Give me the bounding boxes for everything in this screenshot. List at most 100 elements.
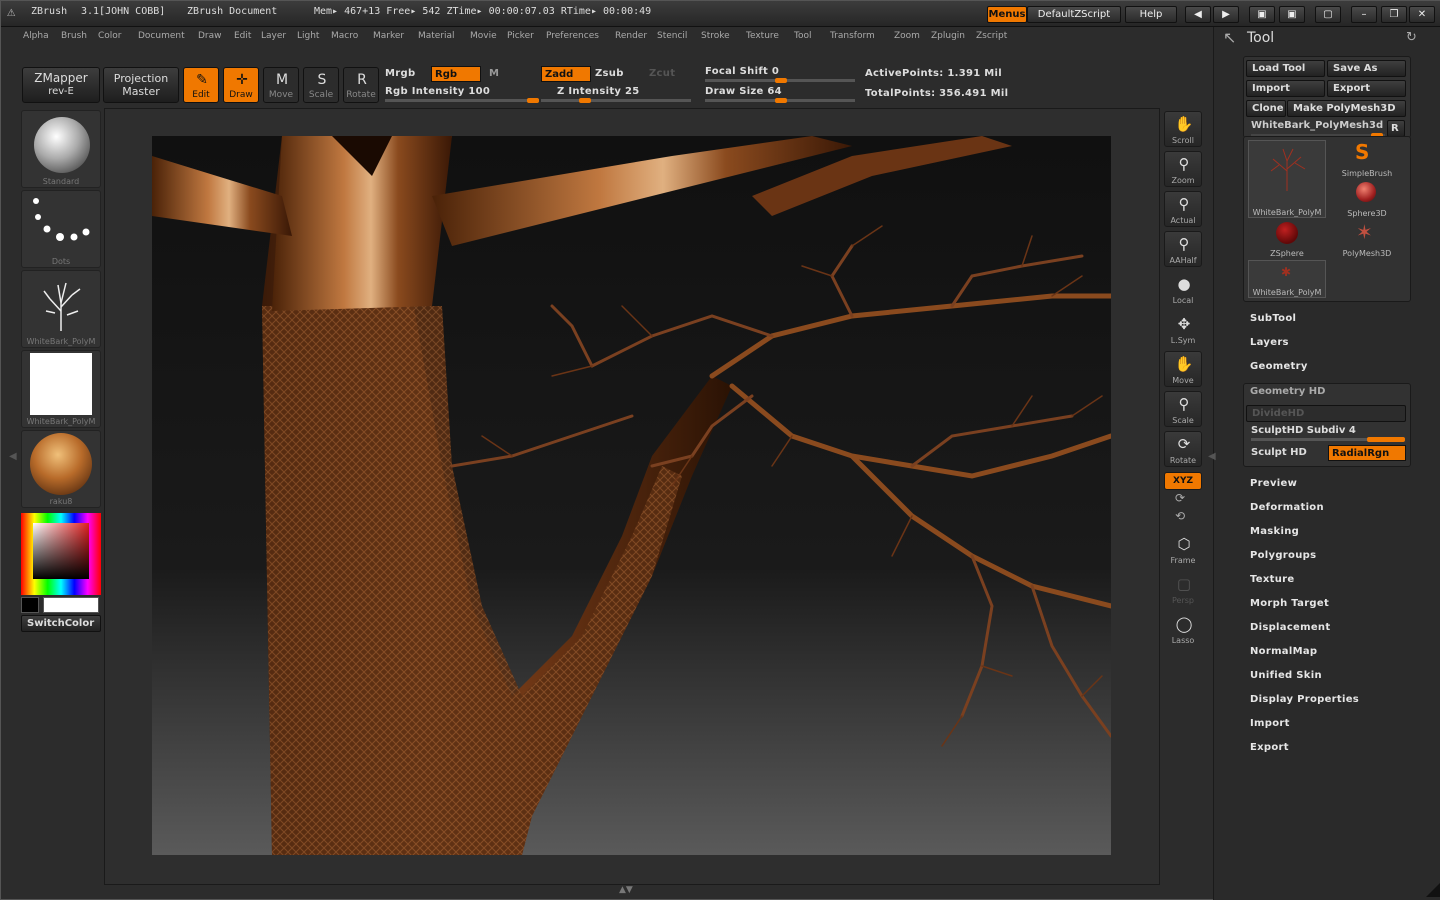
rgb-toggle[interactable]: Rgb <box>431 66 481 82</box>
resize-grip-icon[interactable] <box>1426 883 1440 897</box>
local-button[interactable]: ● Local <box>1164 271 1202 307</box>
brush-thumbnail[interactable]: Standard <box>21 110 101 188</box>
section-morph-target[interactable]: Morph Target <box>1250 598 1329 609</box>
section-geometry[interactable]: Geometry <box>1250 361 1308 372</box>
lsym-button[interactable]: ✥ L.Sym <box>1164 311 1202 347</box>
section-texture[interactable]: Texture <box>1250 574 1294 585</box>
m-toggle[interactable]: M <box>489 68 499 79</box>
help-button[interactable]: Help <box>1125 6 1177 23</box>
edit-button[interactable]: ✎ Edit <box>183 67 219 103</box>
save-as-button[interactable]: Save As <box>1327 60 1406 77</box>
lasso-button[interactable]: ◯ Lasso <box>1164 611 1202 647</box>
bottom-tray-arrow-icon[interactable]: ▲▼ <box>619 885 633 895</box>
menus-button[interactable]: Menus <box>987 6 1027 23</box>
menu-alpha[interactable]: Alpha <box>23 31 49 41</box>
refresh-icon[interactable]: ↻ <box>1406 30 1417 45</box>
menu-layer[interactable]: Layer <box>261 31 286 41</box>
section-layers[interactable]: Layers <box>1250 337 1289 348</box>
section-deformation[interactable]: Deformation <box>1250 502 1324 513</box>
tool-grid-item-whitebark-1[interactable]: WhiteBark_PolyM <box>1248 140 1326 218</box>
lock-icon[interactable]: ▢ <box>1315 6 1341 23</box>
restore-icon[interactable]: ❐ <box>1381 6 1407 23</box>
minimize-icon[interactable]: – <box>1351 6 1377 23</box>
expand-ui-icon[interactable]: ▶ <box>1213 6 1239 23</box>
tool-grid-item-whitebark-2[interactable]: ✱ WhiteBark_PolyM <box>1248 260 1326 298</box>
zsub-toggle[interactable]: Zsub <box>595 68 624 79</box>
projection-master-button[interactable]: Projection Master <box>103 67 179 103</box>
tool-grid-item-sphere3d[interactable]: Sphere3D <box>1328 180 1406 218</box>
layout-a-icon[interactable]: ▣ <box>1249 6 1275 23</box>
z-intensity-slider[interactable] <box>541 98 691 103</box>
menu-zoom[interactable]: Zoom <box>894 31 920 41</box>
alpha-thumbnail[interactable]: WhiteBark_PolyM <box>21 270 101 348</box>
menu-movie[interactable]: Movie <box>470 31 497 41</box>
secondary-color-swatch[interactable] <box>21 597 39 613</box>
menu-preferences[interactable]: Preferences <box>546 31 599 41</box>
section-masking[interactable]: Masking <box>1250 526 1299 537</box>
layout-b-icon[interactable]: ▣ <box>1279 6 1305 23</box>
rotate-view-button[interactable]: ⟳ Rotate <box>1164 431 1202 467</box>
import-button[interactable]: Import <box>1246 80 1325 97</box>
load-tool-button[interactable]: Load Tool <box>1246 60 1325 77</box>
scale-button[interactable]: S Scale <box>303 67 339 103</box>
divide-hd-button[interactable]: DivideHD <box>1246 405 1406 422</box>
model-canvas[interactable] <box>152 136 1111 855</box>
section-display-properties[interactable]: Display Properties <box>1250 694 1359 705</box>
draw-button[interactable]: ✛ Draw <box>223 67 259 103</box>
texture-thumbnail[interactable]: WhiteBark_PolyM <box>21 350 101 428</box>
rotate-button[interactable]: R Rotate <box>343 67 379 103</box>
menu-document[interactable]: Document <box>138 31 185 41</box>
r-button[interactable]: R <box>1387 120 1405 137</box>
xyz-toggle[interactable]: XYZ <box>1164 472 1202 490</box>
menu-transform[interactable]: Transform <box>830 31 875 41</box>
switch-color-button[interactable]: SwitchColor <box>21 615 101 632</box>
move-view-button[interactable]: ✋ Move <box>1164 351 1202 387</box>
section-polygroups[interactable]: Polygroups <box>1250 550 1316 561</box>
material-thumbnail[interactable]: raku8 <box>21 430 101 508</box>
left-tray-arrow-icon[interactable]: ◀ <box>9 451 17 462</box>
shrink-ui-icon[interactable]: ◀ <box>1185 6 1211 23</box>
stroke-thumbnail[interactable]: Dots <box>21 190 101 268</box>
mrgb-toggle[interactable]: Mrgb <box>385 68 415 79</box>
default-zscript-button[interactable]: DefaultZScript <box>1027 6 1121 23</box>
scale-view-button[interactable]: ⚲ Scale <box>1164 391 1202 427</box>
menu-tool[interactable]: Tool <box>794 31 811 41</box>
menu-zscript[interactable]: Zscript <box>976 31 1007 41</box>
scroll-button[interactable]: ✋ Scroll <box>1164 111 1202 147</box>
tool-grid-item-simplebrush[interactable]: S SimpleBrush <box>1328 140 1406 178</box>
y-rotate-icon[interactable]: ⟳ <box>1175 491 1185 505</box>
geometry-hd-title[interactable]: Geometry HD <box>1250 386 1325 397</box>
zcut-toggle[interactable]: Zcut <box>649 68 675 79</box>
zmapper-button[interactable]: ZMapper rev-E <box>22 67 100 103</box>
section-unified-skin[interactable]: Unified Skin <box>1250 670 1322 681</box>
actual-button[interactable]: ⚲ Actual <box>1164 191 1202 227</box>
menu-brush[interactable]: Brush <box>61 31 87 41</box>
sculpt-hd-button[interactable]: Sculpt HD <box>1251 447 1307 458</box>
move-button[interactable]: M Move <box>263 67 299 103</box>
persp-button[interactable]: ▢ Persp <box>1164 571 1202 607</box>
right-tray-arrow-icon[interactable]: ◀ <box>1208 451 1216 462</box>
menu-draw[interactable]: Draw <box>198 31 222 41</box>
menu-render[interactable]: Render <box>615 31 647 41</box>
draw-size-slider[interactable] <box>705 98 855 103</box>
z-rotate-icon[interactable]: ⟲ <box>1175 509 1185 523</box>
aahalf-button[interactable]: ⚲ AAHalf <box>1164 231 1202 267</box>
menu-color[interactable]: Color <box>98 31 122 41</box>
menu-light[interactable]: Light <box>297 31 319 41</box>
frame-button[interactable]: ⬡ Frame <box>1164 531 1202 567</box>
tool-grid-item-zsphere[interactable]: ZSphere <box>1248 220 1326 258</box>
clone-button[interactable]: Clone <box>1246 100 1286 117</box>
zoom-button[interactable]: ⚲ Zoom <box>1164 151 1202 187</box>
sculpthd-subdiv-slider[interactable] <box>1251 437 1405 442</box>
rgb-intensity-slider[interactable] <box>385 98 539 103</box>
menu-edit[interactable]: Edit <box>234 31 251 41</box>
zadd-toggle[interactable]: Zadd <box>541 66 591 82</box>
menu-material[interactable]: Material <box>418 31 455 41</box>
focal-shift-slider[interactable] <box>705 78 855 83</box>
menu-stroke[interactable]: Stroke <box>701 31 730 41</box>
color-picker[interactable] <box>21 513 101 595</box>
menu-texture[interactable]: Texture <box>746 31 779 41</box>
section-subtool[interactable]: SubTool <box>1250 313 1296 324</box>
color-saturation-square[interactable] <box>33 523 89 579</box>
make-polymesh-button[interactable]: Make PolyMesh3D <box>1287 100 1406 117</box>
